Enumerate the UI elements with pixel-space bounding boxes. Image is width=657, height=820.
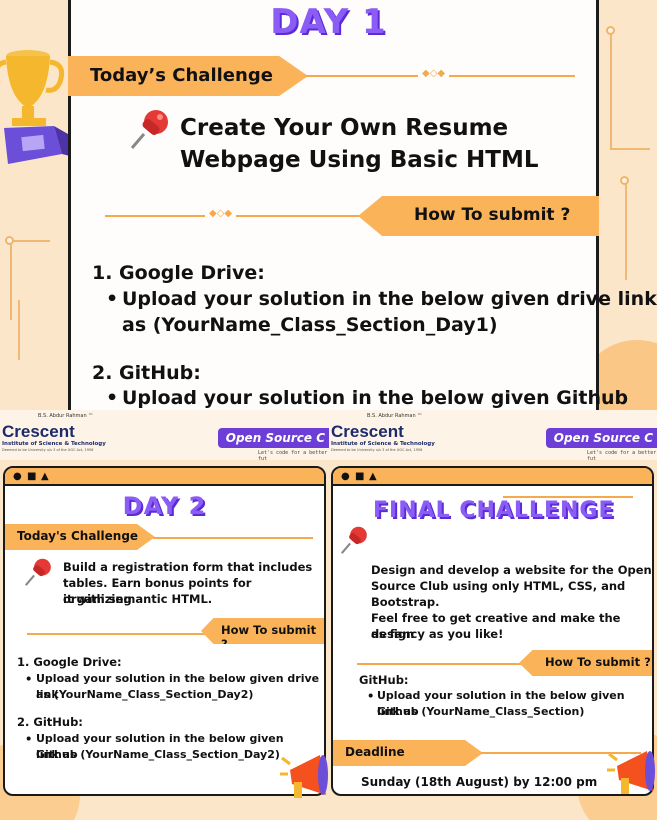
deadline-banner: Deadline [333, 740, 483, 766]
deadline-value: Sunday (18th August) by 12:00 pm [361, 775, 598, 789]
step1-title: 1. Google Drive: [92, 262, 265, 284]
today-challenge-banner: Today's Challenge [5, 524, 155, 550]
window-triangle-icon: ▲ [41, 471, 49, 482]
logo-subtitle: Institute of Science & Technology [331, 441, 435, 447]
window-square-icon: ■ [27, 471, 37, 482]
bullet-dot: • [25, 732, 33, 746]
bullet-dot: • [25, 672, 33, 686]
final-title: FINAL CHALLENGE [373, 498, 615, 523]
final-desc-line5: as fancy as you like! [371, 627, 504, 641]
divider [27, 633, 207, 635]
window-dot-icon: ● [341, 471, 350, 482]
step2-bullet-dot: • [106, 387, 119, 409]
logo-tagline: Deemed to be University u/s 3 of the UGC… [331, 448, 423, 452]
pushpin-icon [340, 526, 367, 554]
day2-step1-title: 1. Google Drive: [17, 655, 122, 669]
window-square-icon: ■ [355, 471, 365, 482]
step1-bullet-line2: as (YourName_Class_Section_Day1) [122, 314, 498, 336]
megaphone-icon [280, 755, 328, 798]
how-to-submit-label: How To submit ? [414, 205, 571, 225]
final-window: ● ■ ▲ FINAL CHALLENGE Design and develop… [331, 466, 654, 796]
divider [153, 537, 313, 539]
bullet-dot: • [367, 689, 375, 703]
step1-bullet-dot: • [106, 288, 119, 310]
today-challenge-banner: Today’s Challenge [68, 56, 308, 96]
crescent-logo: Crescent [331, 422, 404, 441]
step2-bullet-line1: Upload your solution in the below given … [122, 387, 629, 409]
logo-top-text: B.S. Abdur Rahman ™ [367, 413, 423, 419]
pushpin-icon [24, 558, 51, 586]
github-line2: link as (YourName_Class_Section) [377, 705, 585, 718]
trophy-icon [0, 50, 70, 164]
club-tagline: Let's code for a better fut [258, 450, 328, 462]
window-triangle-icon: ▲ [369, 471, 377, 482]
day2-step2-title: 2. GitHub: [17, 715, 83, 729]
open-source-club-badge: Open Source C [545, 428, 657, 448]
window-dot-icon: ● [13, 471, 22, 482]
how-to-submit-label: How To submit ? [545, 655, 651, 669]
final-desc-line3: Bootstrap. [371, 595, 440, 609]
divider [503, 496, 633, 498]
day2-step2-line2: link as (YourName_Class_Section_Day2) [36, 748, 280, 761]
day2-window: ● ■ ▲ DAY 2 Today's Challenge Build a re… [3, 466, 326, 796]
divider-ornament: ◆◇◆ [418, 68, 450, 79]
final-desc-line2: Source Club using only HTML, CSS, and [371, 579, 626, 593]
how-to-submit-label: How To submit ? [221, 623, 317, 651]
logo-subtitle: Institute of Science & Technology [2, 441, 106, 447]
divider-ornament: ◆◇◆ [205, 208, 237, 219]
club-tagline: Let's code for a better fut [587, 450, 657, 462]
step2-title: 2. GitHub: [92, 362, 201, 384]
step1-bullet-line1: Upload your solution in the below given … [122, 288, 657, 310]
logo-tagline: Deemed to be University u/s 3 of the UGC… [2, 448, 94, 452]
open-source-club-badge: Open Source C [217, 428, 329, 448]
day1-heading-line1: Create Your Own Resume [180, 115, 509, 141]
github-title: GitHub: [359, 673, 409, 687]
deadline-label: Deadline [345, 745, 405, 759]
header-bar: B.S. Abdur Rahman ™ Crescent Institute o… [0, 410, 329, 462]
divider [357, 663, 547, 665]
window-titlebar: ● ■ ▲ [333, 468, 652, 486]
today-challenge-label: Today’s Challenge [90, 65, 273, 86]
final-desc-line1: Design and develop a website for the Ope… [371, 563, 652, 577]
day2-desc-line1: Build a registration form that includes [63, 560, 313, 574]
crescent-logo: Crescent [2, 422, 75, 441]
window-titlebar: ● ■ ▲ [5, 468, 324, 486]
pushpin-icon [130, 110, 168, 149]
day2-panel: B.S. Abdur Rahman ™ Crescent Institute o… [0, 410, 329, 820]
header-bar: B.S. Abdur Rahman ™ Crescent Institute o… [329, 410, 657, 462]
day1-heading-line2: Webpage Using Basic HTML [180, 147, 539, 173]
day2-step1-line2: as (YourName_Class_Section_Day2) [36, 688, 254, 701]
how-to-submit-banner: How To submit ? [201, 618, 324, 644]
how-to-submit-banner: How To submit ? [358, 196, 599, 236]
today-challenge-label: Today's Challenge [17, 529, 139, 543]
final-panel: B.S. Abdur Rahman ™ Crescent Institute o… [329, 410, 657, 820]
megaphone-icon [607, 751, 655, 794]
day1-title: DAY 1 [270, 2, 387, 42]
how-to-submit-banner: How To submit ? [519, 650, 652, 676]
day1-panel: DAY 1 Today’s Challenge ◆◇◆ Create Your … [0, 0, 657, 410]
logo-top-text: B.S. Abdur Rahman ™ [38, 413, 94, 419]
day2-title: DAY 2 [122, 492, 207, 520]
day2-desc-line3: it with semantic HTML. [63, 592, 213, 606]
